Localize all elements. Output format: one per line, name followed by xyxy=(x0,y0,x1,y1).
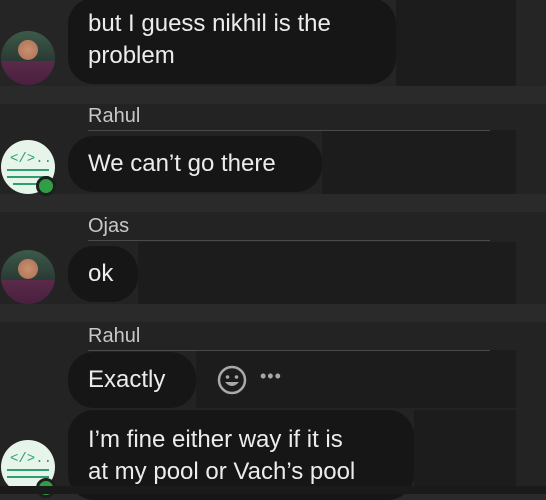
divider xyxy=(88,240,490,241)
avatar-ojas[interactable] xyxy=(1,31,55,85)
sender-name[interactable]: Rahul xyxy=(88,325,140,348)
message-bubble: ok xyxy=(68,246,138,302)
message-text-line: ok xyxy=(88,260,114,287)
divider xyxy=(88,350,490,351)
emoji-reaction-button[interactable] xyxy=(216,364,248,396)
divider xyxy=(88,130,490,131)
message-text-line: but I guess nikhil is the xyxy=(88,10,331,37)
svg-text:</>..: </>.. xyxy=(10,151,52,167)
message-bubble: Exactly xyxy=(68,352,196,408)
avatar-ojas[interactable] xyxy=(1,250,55,304)
message-strip xyxy=(138,242,516,304)
message-text-line: Exactly xyxy=(88,366,166,393)
emoji-icon xyxy=(217,365,247,395)
message-text-line: problem xyxy=(88,42,175,69)
message-bubble: We can’t go there xyxy=(68,136,322,192)
more-icon[interactable]: ••• xyxy=(260,366,282,387)
online-status-dot xyxy=(36,176,56,196)
sender-name[interactable]: Ojas xyxy=(88,215,129,238)
message-text-line: at my pool or Vach’s pool xyxy=(88,458,356,485)
message-text-line: I’m fine either way if it is xyxy=(88,426,343,453)
sender-name[interactable]: Rahul xyxy=(88,105,140,128)
message-strip xyxy=(322,130,516,194)
bottom-edge xyxy=(0,486,546,494)
message-strip xyxy=(414,410,516,494)
svg-text:</>..: </>.. xyxy=(10,451,52,467)
message-bubble: but I guess nikhil is the problem xyxy=(68,0,396,84)
message-text-line: We can’t go there xyxy=(88,150,276,177)
message-strip xyxy=(396,0,516,86)
